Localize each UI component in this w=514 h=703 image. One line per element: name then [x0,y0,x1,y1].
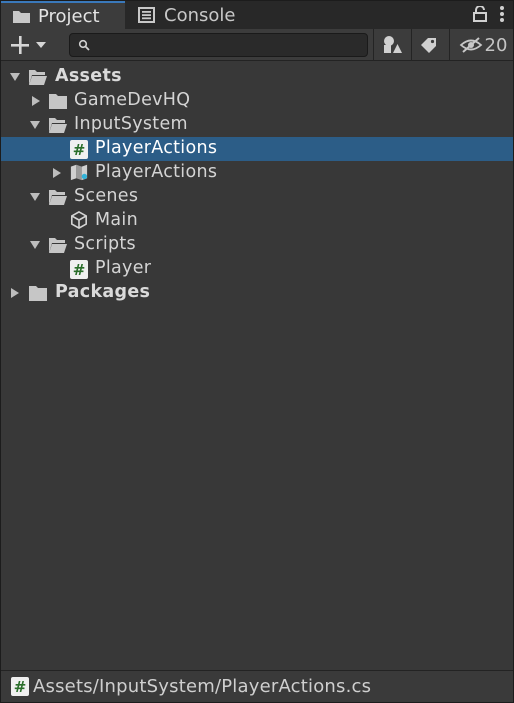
hidden-packages-count: 20 [484,34,508,56]
toolbar-divider [449,29,450,61]
folder-open-icon [29,70,47,85]
tree-item-label: Scripts [74,234,136,254]
shapes-filter-icon [384,36,402,53]
tree-item-main-scene[interactable]: Main [1,209,513,233]
tree-item-scenes[interactable]: Scenes [1,185,513,209]
tag-icon [421,38,436,53]
unity-scene-icon [70,211,88,229]
tree-item-label: Player [95,258,152,278]
tree-item-label: Packages [55,282,151,302]
folder-open-icon [49,190,67,205]
search-input[interactable] [69,33,368,57]
chevron-down-icon [36,42,46,48]
tab-console-label: Console [164,4,236,26]
tree-item-player-script[interactable]: # Player [1,257,513,281]
tree-item-packages[interactable]: Packages [1,281,513,305]
eye-slash-icon [459,37,482,53]
tab-bar-controls [473,5,505,28]
chevron-down-icon[interactable] [29,191,41,203]
csharp-script-icon: # [70,140,88,159]
tree-item-assets[interactable]: Assets [1,65,513,89]
selected-asset-path: Assets/InputSystem/PlayerActions.cs [33,676,372,697]
folder-open-icon [49,238,67,253]
tree-item-label: Scenes [74,186,139,206]
console-icon [138,7,158,23]
tab-console[interactable]: Console [127,1,257,29]
search-by-label-button[interactable] [415,31,443,59]
chevron-down-icon[interactable] [29,239,41,251]
tree-item-playeractions-script[interactable]: # PlayerActions [1,137,513,161]
tree-item-scripts[interactable]: Scripts [1,233,513,257]
input-actions-icon [70,164,88,181]
tree-item-label: PlayerActions [95,138,218,158]
search-icon [78,39,90,51]
tab-bar: Project Console [1,1,513,29]
tree-item-playeractions-inputactions[interactable]: PlayerActions [1,161,513,185]
toolbar-divider [411,29,412,61]
tree-item-label: InputSystem [74,114,188,134]
project-window: Project Console 20 Assets GameDevHQ Inpu… [0,0,514,703]
chevron-right-icon[interactable] [9,287,21,299]
csharp-script-icon: # [70,260,88,279]
project-toolbar: 20 [1,29,513,61]
tree-item-label: Main [95,210,138,230]
lock-icon[interactable] [473,5,487,27]
folder-open-icon [49,118,67,133]
tab-project-label: Project [38,5,100,27]
tree-item-label: Assets [55,66,122,86]
tree-item-gamedevhq[interactable]: GameDevHQ [1,89,513,113]
add-asset-button[interactable] [9,33,53,57]
tree-item-label: GameDevHQ [74,90,191,110]
selected-asset-path-bar: # Assets/InputSystem/PlayerActions.cs [1,670,513,702]
chevron-right-icon[interactable] [51,167,63,179]
chevron-down-icon[interactable] [29,119,41,131]
tree-item-inputsystem[interactable]: InputSystem [1,113,513,137]
folder-icon [12,8,32,24]
chevron-down-icon[interactable] [9,71,21,83]
folder-icon [49,94,67,109]
csharp-script-icon: # [11,677,29,696]
chevron-right-icon[interactable] [30,95,42,107]
tab-project[interactable]: Project [1,1,125,29]
hidden-packages-toggle[interactable]: 20 [457,31,509,59]
search-by-type-button[interactable] [377,31,407,59]
folder-icon [29,286,47,301]
toolbar-divider [373,29,374,61]
tree-item-label: PlayerActions [95,162,218,182]
more-options-icon[interactable] [499,5,505,28]
plus-icon [11,36,29,54]
